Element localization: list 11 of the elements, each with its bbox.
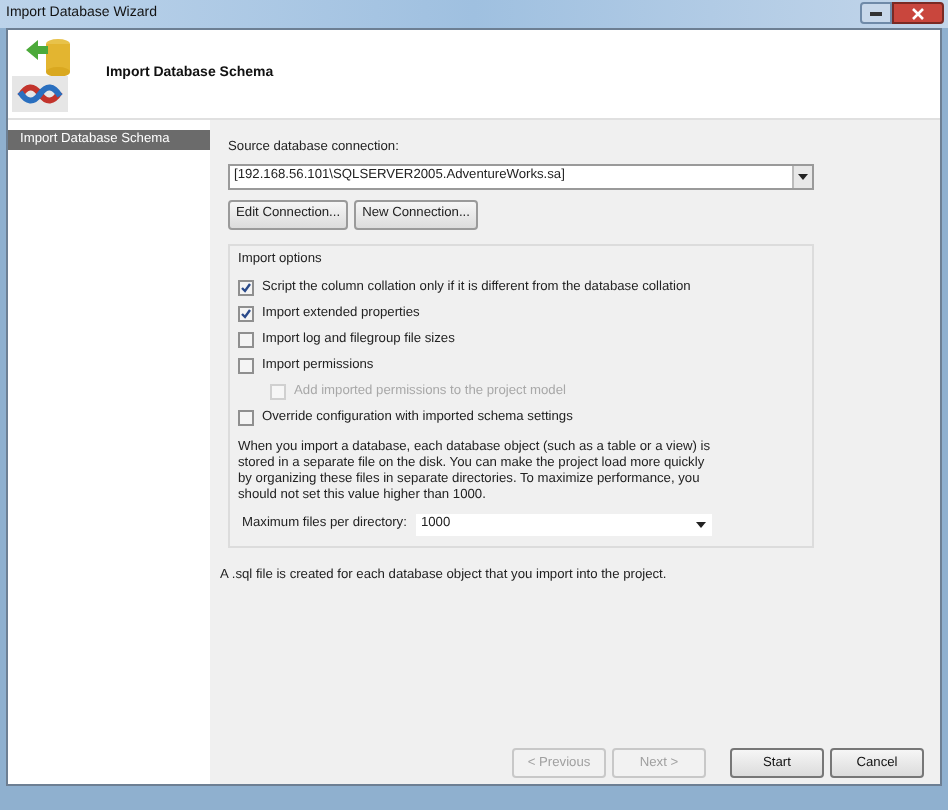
minimize-icon — [870, 10, 882, 16]
checkbox[interactable] — [238, 280, 254, 297]
caret-icon — [696, 521, 707, 528]
checkbox[interactable] — [238, 358, 254, 375]
checkbox[interactable] — [238, 410, 254, 427]
close-icon — [912, 7, 924, 19]
caret-icon — [798, 173, 808, 180]
checkbox[interactable] — [238, 306, 254, 323]
minimize-button[interactable] — [860, 2, 892, 24]
checkbox[interactable] — [238, 332, 254, 349]
close-button[interactable] — [892, 2, 944, 24]
